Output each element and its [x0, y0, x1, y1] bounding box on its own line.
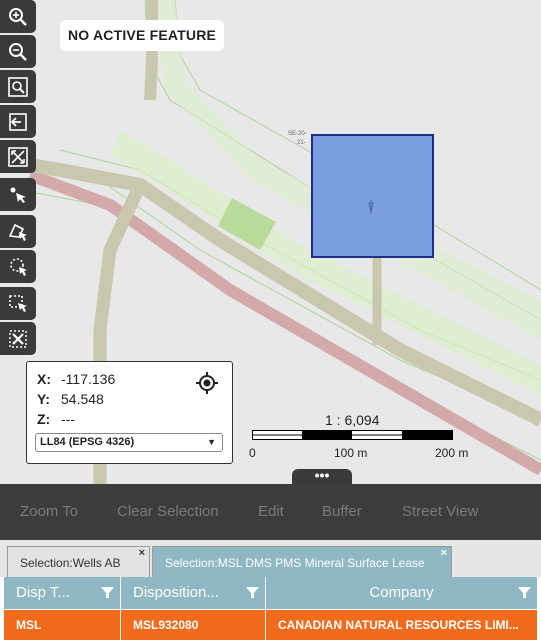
filter-icon[interactable] — [246, 586, 259, 599]
dropdown-arrow-icon: ▼ — [207, 437, 216, 447]
previous-extent-button[interactable] — [0, 105, 36, 138]
column-header-disposition[interactable]: Disposition... — [121, 577, 266, 609]
zoom-to-button[interactable]: Zoom To — [20, 503, 78, 520]
filter-icon[interactable] — [518, 586, 531, 599]
cell-disposition[interactable]: MSL932080 — [121, 610, 266, 640]
select-polygon-button[interactable] — [0, 215, 36, 248]
scale-bar — [252, 430, 453, 440]
tab-label: Selection:MSL DMS PMS Mineral Surface Le… — [165, 556, 425, 570]
street-view-button[interactable]: Street View — [402, 503, 478, 520]
zoom-out-icon — [9, 42, 27, 61]
clear-selection-button[interactable]: Clear Selection — [117, 503, 219, 520]
zoom-out-button[interactable] — [0, 35, 36, 68]
column-header-disp-type[interactable]: Disp T... — [4, 577, 121, 609]
full-extent-icon — [8, 146, 28, 167]
column-header-label: Disp T... — [16, 584, 70, 601]
edit-button[interactable]: Edit — [258, 503, 284, 520]
scale-ratio: 1 : 6,094 — [325, 412, 380, 428]
active-feature-label: NO ACTIVE FEATURE — [60, 20, 225, 51]
selected-feature-polygon[interactable] — [311, 134, 434, 258]
map-view[interactable]: SE-20- 21- NO ACTIVE FEATURE X: -117.136… — [0, 0, 541, 484]
cell-disp-type[interactable]: MSL — [4, 610, 121, 640]
tab-close-icon[interactable]: × — [139, 537, 145, 570]
x-coordinate-row: X: -117.136 — [37, 371, 115, 387]
full-extent-button[interactable] — [0, 140, 36, 173]
clear-selection-tool-button[interactable] — [0, 322, 36, 355]
column-header-label: Company — [369, 584, 434, 601]
z-value: --- — [61, 411, 75, 427]
column-header-company[interactable]: Company — [266, 577, 538, 609]
clear-selection-icon — [9, 329, 27, 348]
select-point-icon — [10, 187, 26, 203]
filter-icon[interactable] — [101, 586, 114, 599]
selection-action-bar: Zoom To Clear Selection Edit Buffer Stre… — [0, 484, 541, 540]
buffer-button[interactable]: Buffer — [322, 503, 362, 520]
selection-tabs: Selection:Wells AB × Selection:MSL DMS P… — [0, 540, 541, 580]
scale-label-0: 0 — [249, 446, 256, 460]
select-polygon-icon — [8, 223, 27, 241]
cell-company[interactable]: CANADIAN NATURAL RESOURCES LIMI... — [266, 610, 538, 640]
panel-collapse-handle[interactable]: ••• — [292, 468, 352, 484]
select-rectangle-button[interactable] — [0, 287, 36, 320]
select-lasso-button[interactable] — [0, 250, 36, 283]
tab-label: Selection:Wells AB — [20, 556, 121, 570]
y-label: Y: — [37, 391, 50, 407]
coordinate-panel: X: -117.136 Y: 54.548 Z: --- LL84 (EPSG 432… — [26, 361, 233, 464]
gis-app: SE-20- 21- NO ACTIVE FEATURE X: -117.136… — [0, 0, 541, 642]
crs-select[interactable]: LL84 (EPSG 4326) ▼ — [35, 433, 223, 452]
select-point-button[interactable] — [0, 178, 36, 211]
parcel-label-2: 21- — [297, 140, 306, 146]
y-value: 54.548 — [61, 391, 104, 407]
y-coordinate-row: Y: 54.548 — [37, 391, 104, 407]
z-coordinate-row: Z: --- — [37, 411, 75, 427]
column-header-label: Disposition... — [133, 584, 219, 601]
z-label: Z: — [37, 411, 51, 427]
scale-label-100: 100 m — [334, 446, 368, 460]
crs-selected-value: LL84 (EPSG 4326) — [40, 436, 135, 448]
x-label: X: — [37, 371, 51, 387]
tab-wells-ab[interactable]: Selection:Wells AB × — [7, 546, 150, 580]
zoom-in-button[interactable] — [0, 0, 36, 33]
locate-icon[interactable] — [195, 371, 219, 395]
attribute-table: Disp T... Disposition... Company MSL MSL… — [0, 577, 541, 642]
parcel-label-1: SE-20- — [288, 131, 307, 137]
zoom-extent-icon — [8, 76, 28, 97]
tab-msl-mineral-surface-lease[interactable]: Selection:MSL DMS PMS Mineral Surface Le… — [152, 546, 452, 580]
previous-extent-icon — [9, 112, 27, 131]
select-lasso-icon — [10, 257, 27, 276]
select-rectangle-icon — [9, 294, 27, 312]
scale-label-200: 200 m — [435, 446, 469, 460]
zoom-in-icon — [9, 7, 27, 26]
zoom-extent-button[interactable] — [0, 70, 36, 103]
x-value: -117.136 — [61, 371, 116, 387]
tab-close-icon[interactable]: × — [441, 537, 447, 570]
